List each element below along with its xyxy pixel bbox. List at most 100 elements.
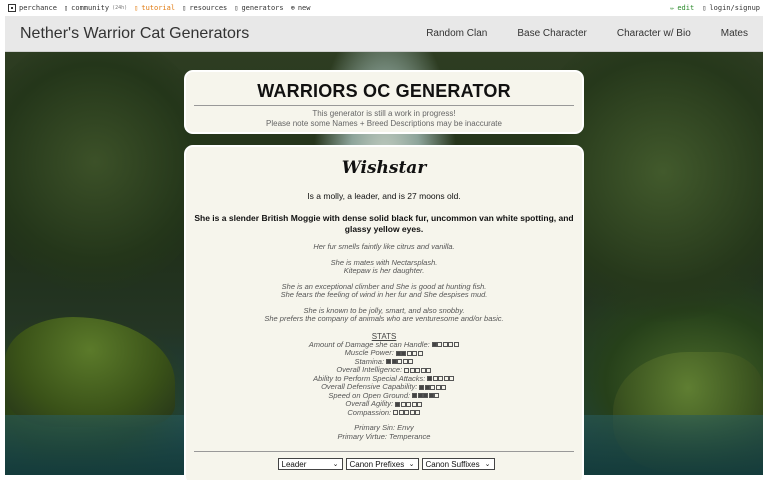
topbar-left: perchance ▯ community (24h) ▯ tutorial ▯…	[8, 4, 311, 12]
topbar-perchance-label: perchance	[19, 4, 57, 12]
stat-box-empty	[426, 367, 432, 373]
stat-level-bar	[419, 384, 447, 390]
list-icon: ▯	[234, 4, 239, 12]
suffix-select[interactable]: Canon Suffixes ⌄	[421, 458, 495, 470]
stat-box-empty	[404, 367, 410, 373]
stat-box-filled	[395, 350, 401, 356]
stat-box-empty	[406, 401, 412, 407]
nav-base-character[interactable]: Base Character	[502, 16, 601, 52]
nav-character-bio[interactable]: Character w/ Bio	[602, 16, 706, 52]
stat-box-empty	[438, 376, 444, 382]
skills-block: She is an exceptional climber and She is…	[186, 282, 582, 300]
topbar-tutorial-label: tutorial	[141, 4, 176, 12]
stat-box-empty	[443, 376, 449, 382]
topbar-tutorial-link[interactable]: ▯ tutorial	[134, 4, 175, 12]
topbar-resources-label: resources	[189, 4, 228, 12]
generator-controls: Leader ⌄ Canon Prefixes ⌄ Canon Suffixes…	[186, 458, 586, 470]
title-divider	[194, 105, 574, 106]
stat-box-filled	[428, 393, 434, 399]
stats-list: Amount of Damage she can Handle: Muscle P…	[186, 340, 582, 418]
stat-box-empty	[406, 350, 412, 356]
nav-random-clan[interactable]: Random Clan	[411, 16, 502, 52]
stat-box-empty	[441, 384, 447, 390]
controls-divider	[194, 451, 574, 452]
stat-box-empty	[453, 342, 459, 348]
character-card: Wishstar Is a molly, a leader, and is 27…	[184, 145, 584, 480]
stat-level-bar	[393, 410, 421, 416]
stat-box-empty	[430, 384, 436, 390]
wip-note-line2: Please note some Names + Breed Descripti…	[266, 119, 502, 128]
character-scent: Her fur smells faintly like citrus and v…	[313, 242, 455, 251]
topbar-community-badge: (24h)	[112, 5, 128, 11]
book-icon: ▯	[134, 4, 139, 12]
stat-box-filled	[423, 393, 429, 399]
stat-box-filled	[391, 359, 397, 365]
topbar-generators-label: generators	[241, 4, 284, 12]
stat-box-empty	[393, 410, 399, 416]
background-mossy-rock-left	[5, 317, 175, 427]
stat-level-bar	[427, 376, 455, 382]
stat-level-bar	[412, 393, 440, 399]
stat-level-bar	[395, 401, 423, 407]
stat-box-empty	[420, 367, 426, 373]
stat-box-empty	[411, 401, 417, 407]
stat-box-empty	[408, 359, 414, 365]
rank-select-value: Leader	[281, 459, 307, 469]
stat-box-empty	[437, 342, 443, 348]
site-title[interactable]: Nether's Warrior Cat Generators	[20, 25, 249, 43]
edit-label: edit	[677, 4, 695, 12]
login-link[interactable]: ▯ login/signup	[702, 4, 760, 12]
stat-row: Compassion:	[186, 407, 582, 418]
stat-box-empty	[417, 401, 423, 407]
topbar-new-link[interactable]: ⊕ new	[291, 4, 311, 12]
header-nav: Random Clan Base Character Character w/ …	[411, 16, 763, 52]
stat-box-filled	[419, 384, 425, 390]
stat-box-filled	[424, 384, 430, 390]
stat-box-filled	[427, 376, 433, 382]
stat-label: Compassion:	[347, 407, 392, 417]
stat-box-filled	[417, 393, 423, 399]
topbar-right: ✏ edit ▯ login/signup	[670, 4, 760, 12]
stat-box-empty	[432, 376, 438, 382]
site-header: Nether's Warrior Cat Generators Random C…	[5, 16, 763, 52]
site-topbar: perchance ▯ community (24h) ▯ tutorial ▯…	[0, 0, 768, 16]
prefix-select[interactable]: Canon Prefixes ⌄	[345, 458, 419, 470]
character-name: Wishstar	[341, 158, 427, 178]
stat-box-filled	[431, 342, 437, 348]
chevron-down-icon: ⌄	[408, 461, 415, 468]
chat-icon: ▯	[63, 4, 69, 12]
scent-block: Her fur smells faintly like citrus and v…	[186, 242, 582, 252]
stat-box-empty	[449, 376, 455, 382]
dice-icon	[8, 4, 16, 12]
sin-virtue-block: Primary Sin: Envy Primary Virtue: Temper…	[186, 423, 582, 441]
stat-box-empty	[415, 410, 421, 416]
stat-box-empty	[412, 350, 418, 356]
stat-box-empty	[397, 359, 403, 365]
character-description: She is a slender British Moggie with den…	[194, 213, 574, 234]
topbar-generators-link[interactable]: ▯ generators	[234, 4, 283, 12]
personality-block: She is known to be jolly, smart, and als…	[186, 306, 582, 324]
topbar-community-label: community	[71, 4, 110, 12]
character-kin: Kitepaw is her daughter.	[343, 266, 425, 275]
stat-box-empty	[417, 350, 423, 356]
nav-mates[interactable]: Mates	[706, 16, 763, 52]
topbar-community-link[interactable]: ▯ community (24h)	[64, 4, 127, 12]
suffix-select-value: Canon Suffixes	[425, 459, 480, 469]
stat-box-empty	[435, 384, 441, 390]
pencil-icon: ✏	[670, 4, 675, 12]
stat-level-bar	[404, 367, 432, 373]
rank-select[interactable]: Leader ⌄	[277, 458, 343, 470]
character-company: She prefers the company of animals who a…	[264, 314, 504, 323]
stat-box-empty	[409, 410, 415, 416]
stat-box-empty	[398, 410, 404, 416]
stat-box-empty	[442, 342, 448, 348]
topbar-resources-link[interactable]: ▯ resources	[182, 4, 227, 12]
chevron-down-icon: ⌄	[484, 461, 491, 468]
edit-link[interactable]: ✏ edit	[670, 4, 694, 12]
stat-box-filled	[401, 350, 407, 356]
stat-box-empty	[448, 342, 454, 348]
stat-box-filled	[386, 359, 392, 365]
topbar-perchance-link[interactable]: perchance	[8, 4, 57, 12]
topbar-new-label: new	[297, 4, 311, 12]
stat-box-empty	[434, 393, 440, 399]
